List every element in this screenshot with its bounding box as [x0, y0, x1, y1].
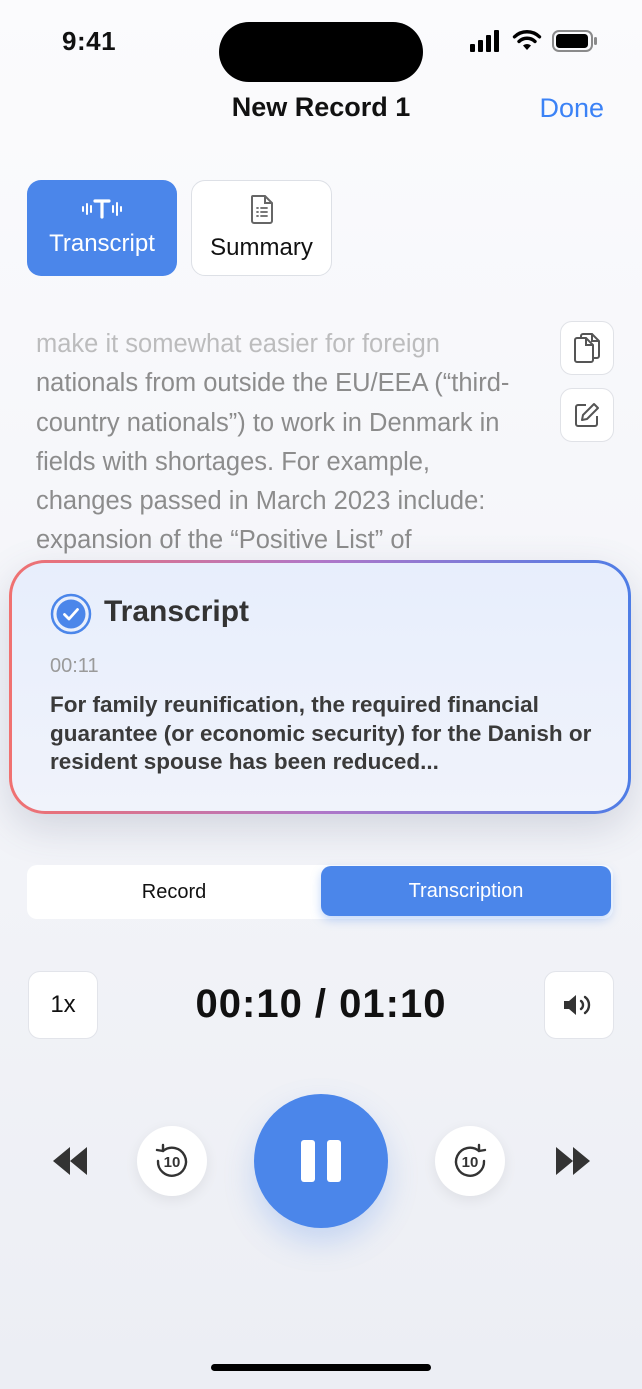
status-time: 9:41 [62, 26, 117, 56]
fast-forward-button[interactable] [553, 1143, 593, 1179]
transcript-line: nationals from outside the EU/EEA (“thir… [36, 369, 510, 398]
transcript-card[interactable]: Transcript 00:11 For family reunificatio… [9, 560, 631, 814]
transcript-line: changes passed in March 2023 include: [36, 487, 486, 516]
wifi-icon [512, 30, 542, 50]
transcript-line: expansion of the “Positive List” of [36, 526, 412, 555]
fast-forward-icon [556, 1147, 590, 1175]
volume-button[interactable] [544, 971, 614, 1039]
tab-summary-label: Summary [210, 234, 313, 261]
check-circle-icon [50, 593, 92, 635]
mode-segmented-control: Record Transcription [27, 865, 613, 919]
skip-back-10-button[interactable]: 10 [137, 1126, 207, 1196]
transcript-card-inner: Transcript 00:11 For family reunificatio… [12, 563, 628, 811]
segment-record[interactable]: Record [27, 865, 321, 919]
dynamic-island [219, 22, 423, 82]
transcript-line: fields with shortages. For example, [36, 447, 431, 476]
edit-icon [575, 403, 599, 427]
battery-icon [552, 30, 597, 52]
home-indicator [211, 1364, 431, 1371]
speaker-icon [564, 995, 591, 1015]
tab-transcript[interactable]: Transcript [27, 180, 177, 276]
transcript-line: make it somewhat easier for foreign [36, 330, 440, 358]
copy-icon [574, 333, 600, 363]
tab-summary[interactable]: Summary [191, 180, 332, 276]
card-title: Transcript [104, 595, 250, 628]
signal-icon [470, 30, 499, 52]
skip-forward-10-button[interactable]: 10 [435, 1126, 505, 1196]
transcript-body: make it somewhat easier for foreign nati… [36, 325, 596, 561]
tab-transcript-label: Transcript [49, 230, 155, 257]
skip-back-10-label: 10 [164, 1154, 181, 1171]
skip-back-10-icon: 10 [155, 1143, 188, 1177]
rewind-button[interactable] [50, 1143, 90, 1179]
status-icons [470, 30, 598, 52]
done-button[interactable]: Done [539, 93, 604, 124]
pause-icon [301, 1140, 341, 1182]
skip-forward-10-label: 10 [462, 1154, 479, 1171]
card-text: For family reunification, the required f… [50, 692, 592, 774]
pause-button[interactable] [254, 1094, 388, 1228]
skip-forward-10-icon: 10 [454, 1143, 487, 1177]
card-timestamp: 00:11 [50, 655, 99, 677]
document-list-icon [250, 195, 273, 224]
edit-button[interactable] [560, 388, 614, 442]
waveform-text-icon [82, 199, 122, 219]
transcript-line: country nationals”) to work in Denmark i… [36, 408, 500, 437]
copy-button[interactable] [560, 321, 614, 375]
segment-transcription[interactable]: Transcription [321, 866, 611, 916]
rewind-icon [53, 1147, 87, 1175]
